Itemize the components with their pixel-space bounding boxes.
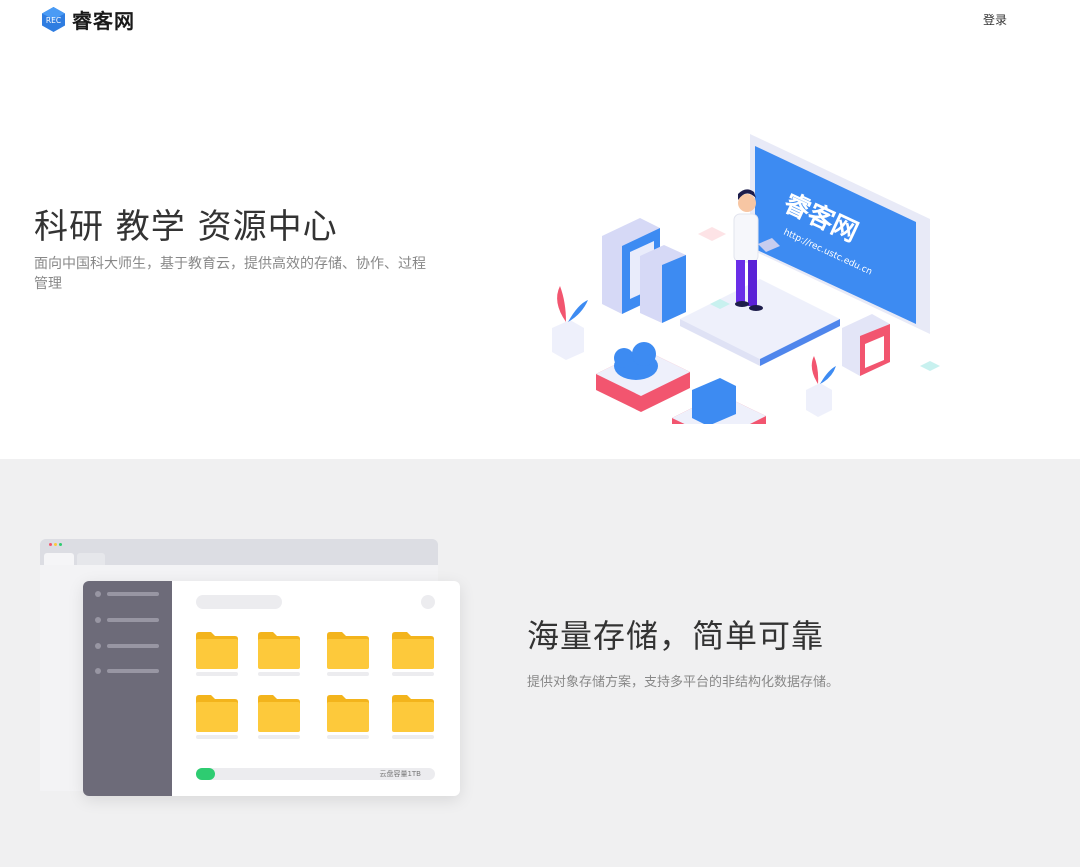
browser-tab xyxy=(44,553,74,565)
sidebar-item xyxy=(95,591,159,597)
avatar xyxy=(421,595,435,609)
svg-text:REC: REC xyxy=(46,16,61,25)
browser-toolbar xyxy=(40,539,438,565)
hero-illustration: 睿客网 http://rec.ustc.edu.cn xyxy=(520,84,960,456)
folder-icon[interactable] xyxy=(327,694,369,740)
folder-icon[interactable] xyxy=(392,694,434,740)
site-logo[interactable]: REC 睿客网 xyxy=(40,5,135,34)
top-nav: REC 睿客网 登录 xyxy=(0,0,1080,44)
drive-search-bar xyxy=(196,595,282,609)
storage-capacity-label: 云盘容量1TB xyxy=(379,770,421,778)
storage-progress-fill xyxy=(196,768,216,780)
drive-app-window: 云盘容量1TB xyxy=(83,581,460,796)
folder-icon[interactable] xyxy=(327,631,369,677)
feature-title: 海量存储，简单可靠 xyxy=(527,617,825,655)
browser-tab xyxy=(77,553,105,565)
feature-description: 提供对象存储方案，支持多平台的非结构化数据存储。 xyxy=(527,675,840,690)
window-dot-icon xyxy=(59,543,62,546)
login-link[interactable]: 登录 xyxy=(983,11,1007,28)
folder-icon[interactable] xyxy=(258,694,300,740)
storage-progress: 云盘容量1TB xyxy=(196,768,435,780)
window-dot-icon xyxy=(49,543,52,546)
window-dot-icon xyxy=(54,543,57,546)
cloud-drive-mockup: 云盘容量1TB xyxy=(40,539,460,799)
folder-icon[interactable] xyxy=(196,631,238,677)
rec-logo-icon: REC xyxy=(40,6,67,33)
hero-title: 科研 教学 资源中心 xyxy=(34,207,338,247)
hero-description: 面向中国科大师生，基于教育云，提供高效的存储、协作、过程管理 xyxy=(34,256,426,292)
folder-icon[interactable] xyxy=(258,631,300,677)
drive-sidebar xyxy=(83,581,172,796)
storage-feature-section: 云盘容量1TB 海量存储，简单可靠 提供对象存储方案，支持多平台的非结构化数据存… xyxy=(0,459,1080,867)
folder-icon[interactable] xyxy=(392,631,434,677)
folder-icon[interactable] xyxy=(196,694,238,740)
sidebar-item xyxy=(95,617,159,623)
hero-section: 科研 教学 资源中心 面向中国科大师生，基于教育云，提供高效的存储、协作、过程管… xyxy=(0,44,1080,459)
sidebar-item xyxy=(95,643,159,649)
site-name: 睿客网 xyxy=(72,9,135,33)
sidebar-item xyxy=(95,668,159,674)
